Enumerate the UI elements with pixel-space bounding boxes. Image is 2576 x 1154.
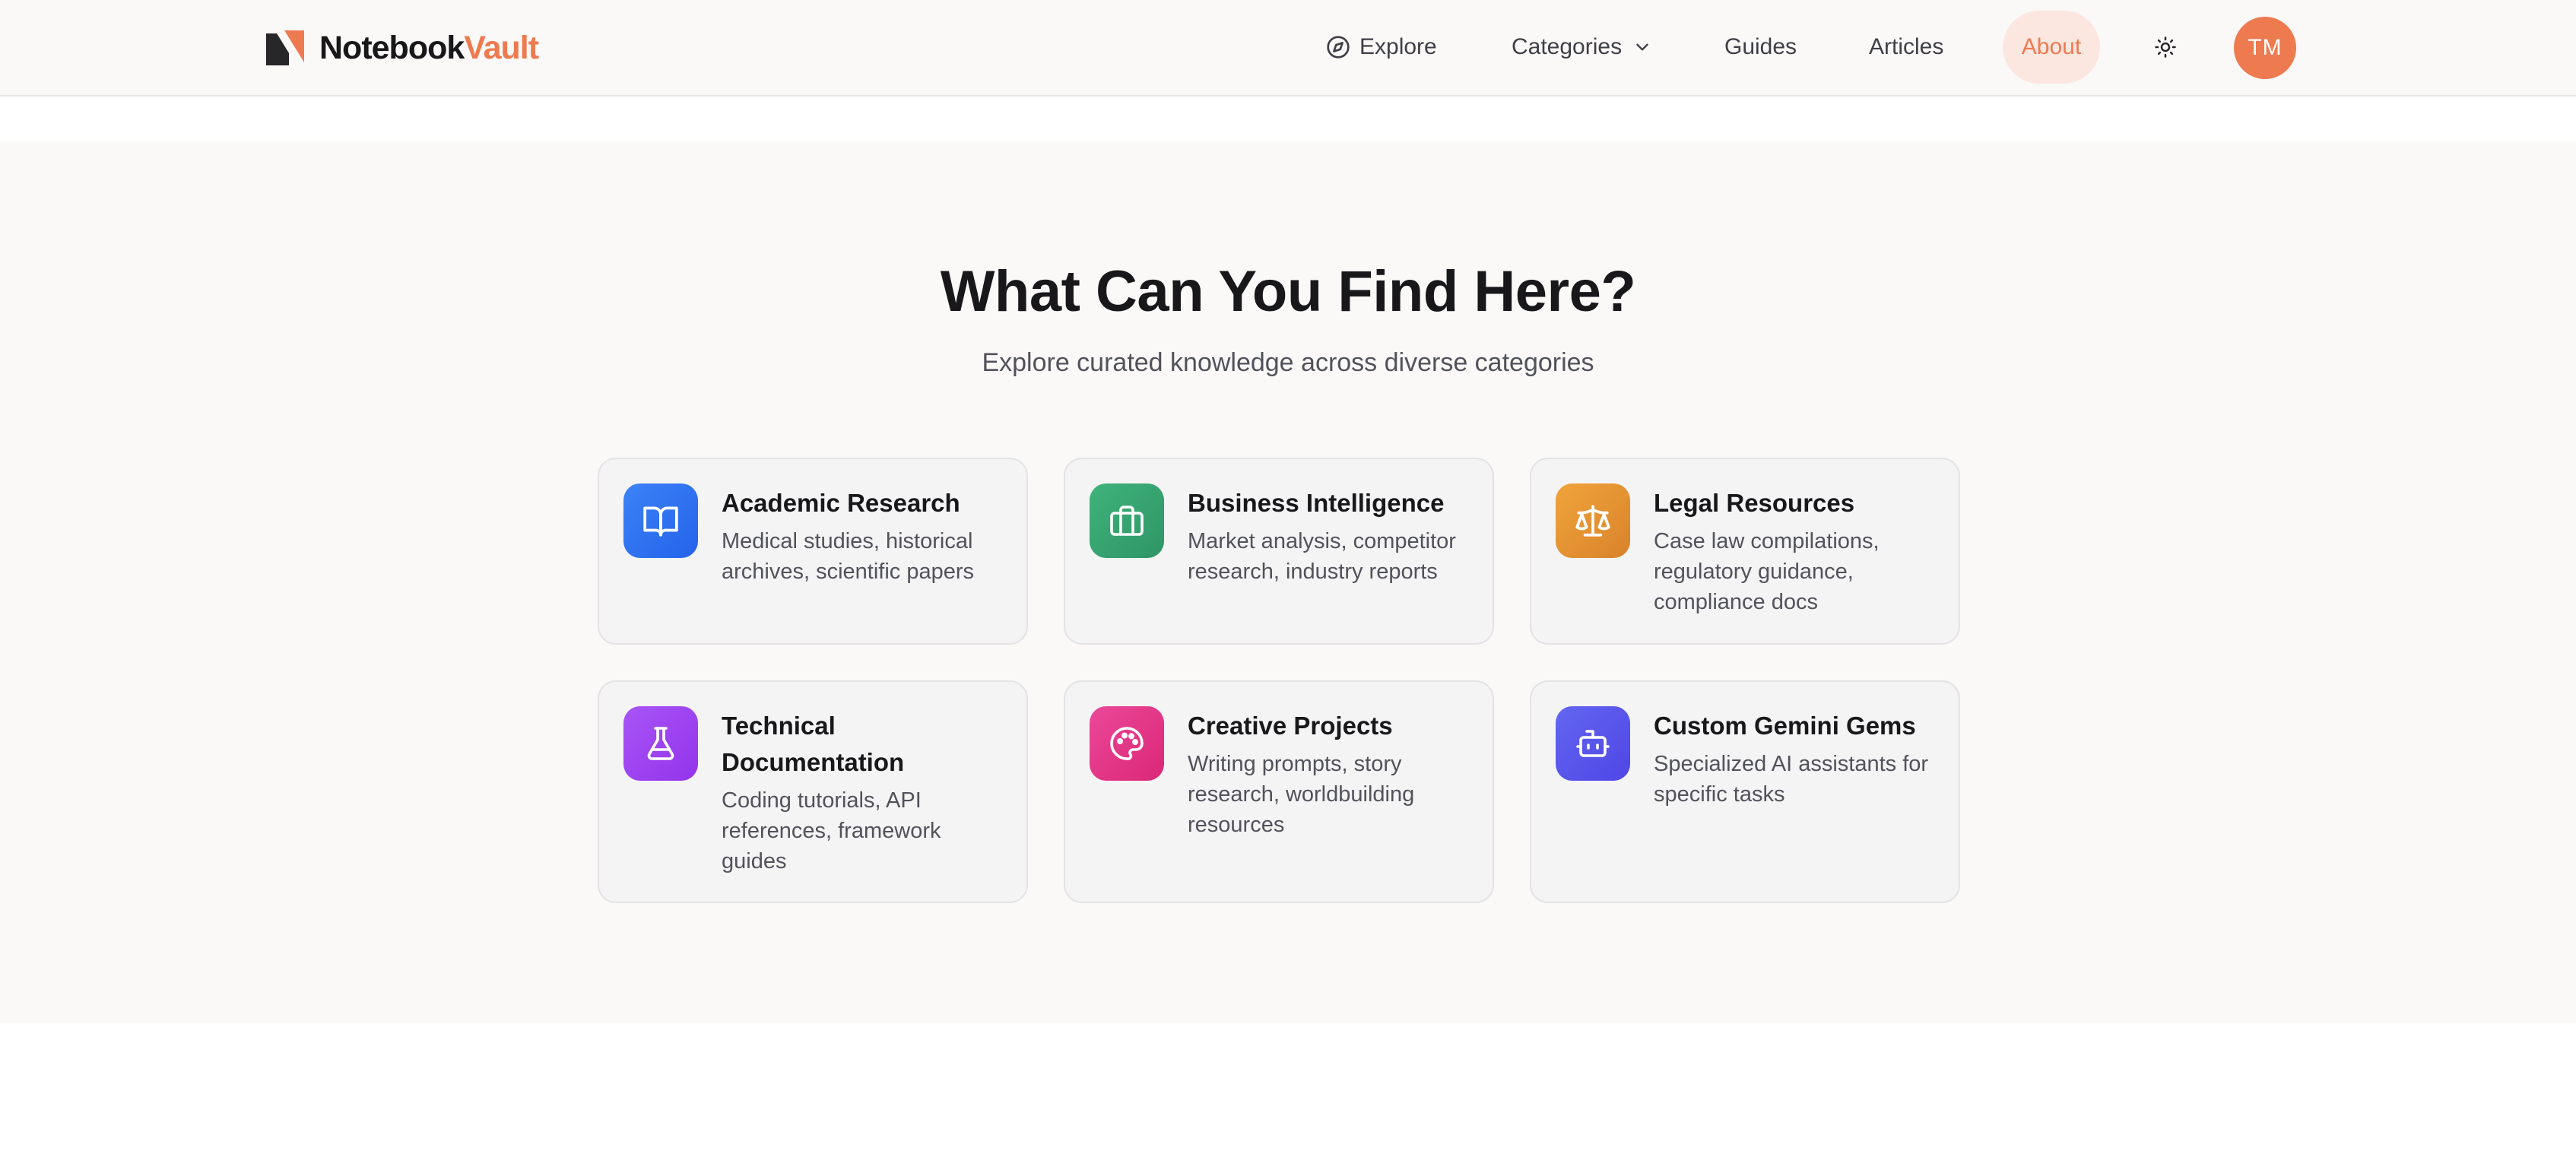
chevron-down-icon (1636, 43, 1648, 51)
nav-explore-label: Explore (1359, 34, 1437, 59)
brand-name: NotebookVault (319, 30, 539, 66)
category-card-technical-documentation[interactable]: Technical Documentation Coding tutorials… (598, 680, 1028, 903)
category-card-academic-research[interactable]: Academic Research Medical studies, histo… (598, 458, 1028, 645)
categories-section: What Can You Find Here? Explore curated … (0, 141, 2576, 1023)
category-card-creative-projects[interactable]: Creative Projects Writing prompts, story… (1064, 680, 1494, 903)
category-card-custom-gemini-gems[interactable]: Custom Gemini Gems Specialized AI assist… (1530, 680, 1960, 903)
card-title: Creative Projects (1188, 712, 1393, 740)
nav-guides[interactable]: Guides (1724, 23, 1797, 71)
card-title: Legal Resources (1654, 489, 1855, 517)
category-card-business-intelligence[interactable]: Business Intelligence Market analysis, c… (1064, 458, 1494, 645)
card-description: Writing prompts, story research, worldbu… (1188, 752, 1415, 837)
theme-toggle-button[interactable] (2144, 29, 2187, 65)
card-description: Coding tutorials, API references, framew… (722, 788, 941, 873)
card-description: Market analysis, competitor research, in… (1188, 529, 1456, 584)
card-description: Case law compilations, regulatory guidan… (1654, 529, 1880, 614)
card-description: Specialized AI assistants for specific t… (1654, 752, 1929, 807)
book-open-icon (623, 483, 698, 558)
section-title: What Can You Find Here? (940, 259, 1636, 324)
category-card-legal-resources[interactable]: Legal Resources Case law compilations, r… (1530, 458, 1960, 645)
card-title: Academic Research (722, 489, 960, 517)
nav-articles[interactable]: Articles (1869, 23, 1943, 71)
briefcase-icon (1090, 483, 1164, 558)
card-title: Business Intelligence (1188, 489, 1445, 517)
nav-articles-label: Articles (1869, 34, 1944, 59)
nav-guides-label: Guides (1724, 34, 1797, 59)
nav-categories-label: Categories (1512, 34, 1623, 59)
nav-explore[interactable]: Explore (1326, 23, 1437, 71)
bot-icon (1556, 706, 1630, 781)
card-description: Medical studies, historical archives, sc… (722, 529, 975, 584)
nav-about[interactable]: About (2003, 11, 2100, 84)
palette-icon (1090, 706, 1164, 781)
top-nav-bar: NotebookVault Explore Categories Guides … (0, 0, 2576, 97)
card-title: Technical Documentation (722, 712, 905, 776)
flask-icon (623, 706, 698, 781)
nav-categories-dropdown[interactable]: Categories (1512, 23, 1652, 71)
scale-icon (1556, 483, 1630, 558)
brand-logo[interactable]: NotebookVault (266, 29, 539, 67)
nav-about-label: About (2021, 34, 2082, 59)
section-subtitle: Explore curated knowledge across diverse… (982, 348, 1594, 377)
sun-icon (2155, 36, 2176, 58)
user-avatar[interactable]: TM (2234, 17, 2296, 79)
card-title: Custom Gemini Gems (1654, 712, 1916, 740)
logo-mark-icon (266, 30, 306, 65)
compass-icon (1327, 36, 1350, 59)
